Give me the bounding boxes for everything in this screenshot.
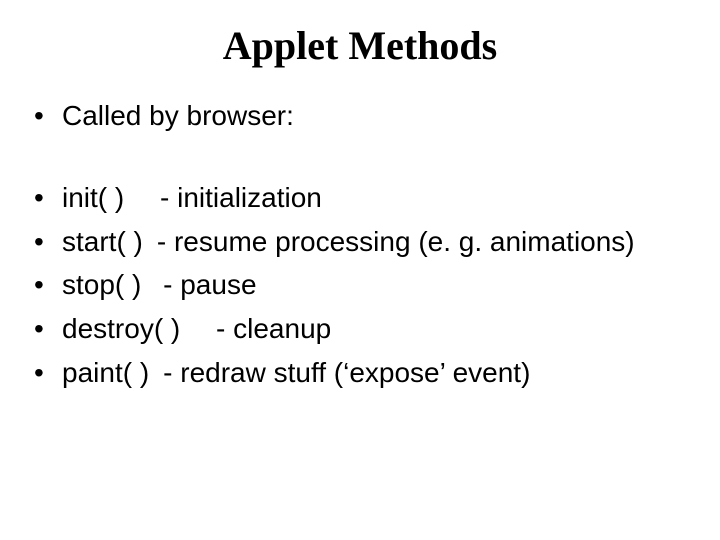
bullet-item: start( ) - resume processing (e. g. anim… [28,223,692,261]
bullet-item: destroy( ) - cleanup [28,310,692,348]
slide-title: Applet Methods [28,22,692,69]
slide-body: Called by browser: init( ) - initializat… [28,97,692,392]
slide: Applet Methods Called by browser: init( … [0,0,720,540]
spacer [28,141,692,179]
bullet-item: Called by browser: [28,97,692,135]
bullet-list-main: init( ) - initialization start( ) - resu… [28,179,692,392]
bullet-item: paint( ) - redraw stuff (‘expose’ event) [28,354,692,392]
bullet-list-top: Called by browser: [28,97,692,135]
bullet-item: stop( ) - pause [28,266,692,304]
bullet-item: init( ) - initialization [28,179,692,217]
